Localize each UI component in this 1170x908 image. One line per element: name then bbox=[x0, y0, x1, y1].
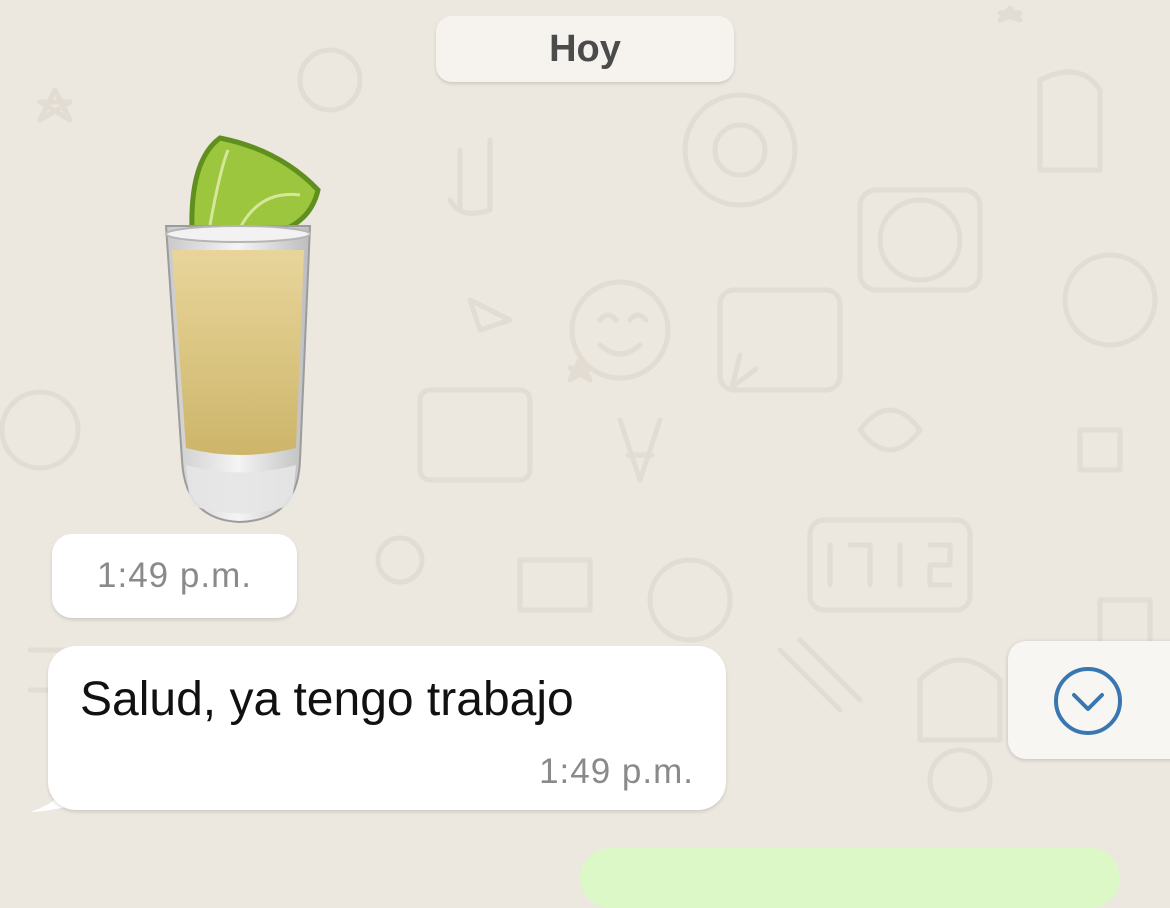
message-time: 1:49 p.m. bbox=[97, 556, 252, 595]
chevron-down-circle-icon bbox=[1054, 667, 1122, 735]
scroll-to-bottom-button[interactable] bbox=[1008, 641, 1170, 759]
outgoing-message-bubble[interactable] bbox=[580, 848, 1120, 908]
incoming-message-bubble[interactable]: Salud, ya tengo trabajo 1:49 p.m. bbox=[48, 646, 726, 810]
sticker-timestamp: 1:49 p.m. bbox=[52, 534, 297, 618]
message-time: 1:49 p.m. bbox=[539, 752, 694, 791]
date-label: Hoy bbox=[549, 27, 621, 70]
sticker-tequila-shot[interactable] bbox=[150, 130, 340, 530]
message-text: Salud, ya tengo trabajo bbox=[80, 673, 574, 726]
date-separator: Hoy bbox=[436, 16, 734, 82]
tequila-liquid bbox=[172, 250, 304, 455]
